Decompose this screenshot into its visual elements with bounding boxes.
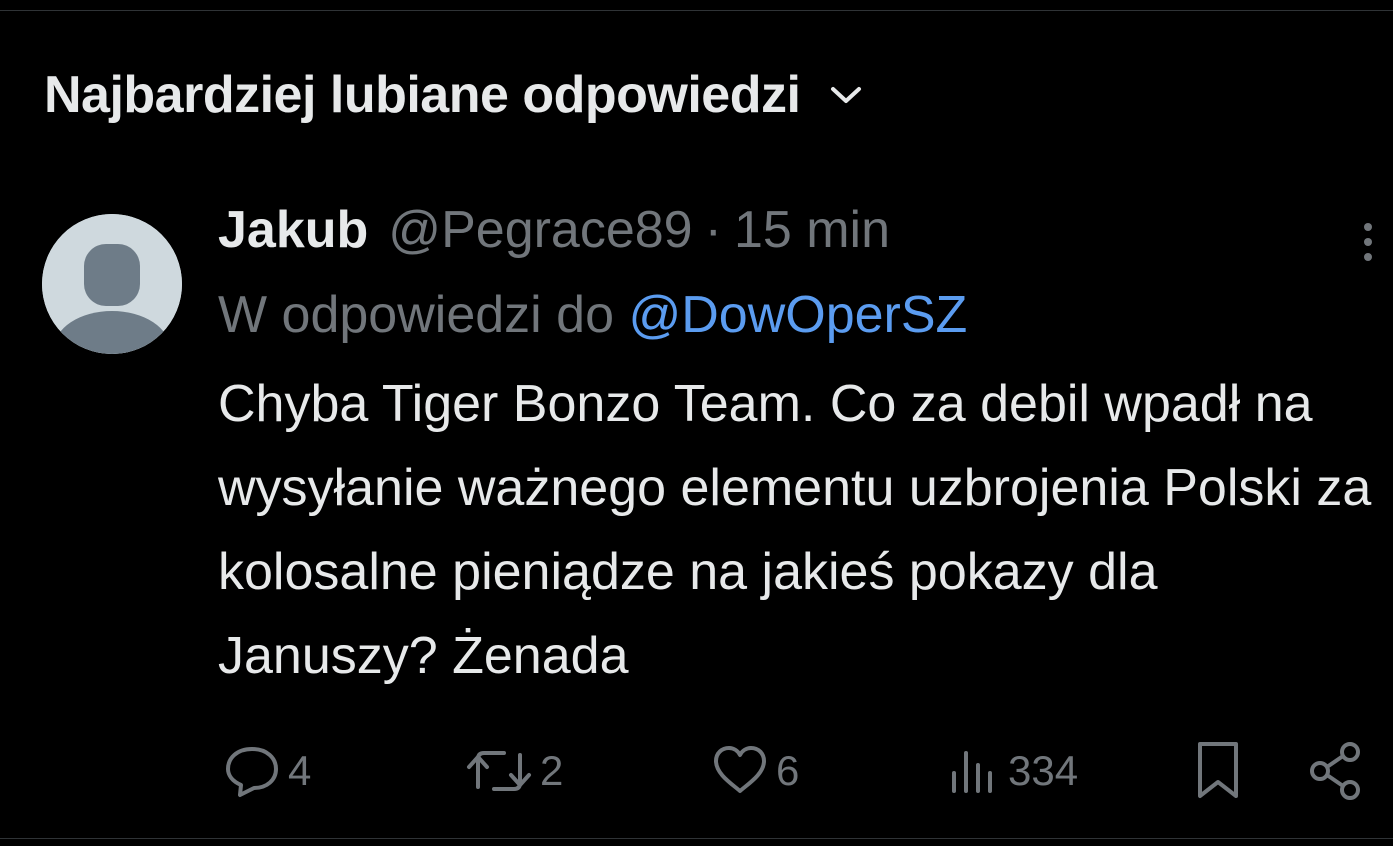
views-button[interactable]: 334 bbox=[946, 738, 1078, 804]
reply-count: 4 bbox=[288, 747, 312, 794]
tweet-actions: 4 2 6 334 bbox=[0, 738, 1393, 804]
views-count: 334 bbox=[1008, 747, 1079, 794]
reply-sort-dropdown[interactable]: Najbardziej lubiane odpowiedzi bbox=[44, 60, 866, 130]
bookmark-icon bbox=[1192, 740, 1244, 802]
reply-prefix: W odpowiedzi do bbox=[218, 286, 614, 344]
more-options-button[interactable] bbox=[1346, 214, 1390, 270]
reply-button[interactable]: 4 bbox=[222, 738, 311, 804]
share-icon bbox=[1304, 740, 1366, 802]
tweet-text: Chyba Tiger Bonzo Team. Co za debil wpad… bbox=[218, 375, 1372, 685]
more-vertical-icon bbox=[1364, 223, 1372, 261]
chevron-down-icon bbox=[826, 75, 866, 115]
repost-count: 2 bbox=[540, 747, 564, 794]
heart-icon bbox=[710, 743, 770, 799]
bottom-divider bbox=[0, 838, 1393, 839]
reply-to-mention[interactable]: @DowOperSZ bbox=[628, 286, 967, 344]
bar-chart-icon bbox=[946, 743, 1002, 799]
bookmark-button[interactable] bbox=[1192, 738, 1244, 804]
author-name[interactable]: Jakub bbox=[218, 200, 368, 260]
author-handle[interactable]: @Pegrace89 bbox=[388, 200, 692, 260]
reply-icon bbox=[222, 743, 282, 799]
tweet-header: Jakub @Pegrace89 · 15 min bbox=[218, 200, 1358, 276]
tweet: Jakub @Pegrace89 · 15 min W odpowiedzi d… bbox=[218, 200, 1371, 698]
post-timestamp[interactable]: 15 min bbox=[734, 200, 890, 260]
share-button[interactable] bbox=[1304, 738, 1366, 804]
separator-dot: · bbox=[704, 201, 722, 259]
like-count: 6 bbox=[776, 747, 800, 794]
like-button[interactable]: 6 bbox=[710, 738, 799, 804]
avatar[interactable] bbox=[42, 214, 182, 354]
repost-icon bbox=[464, 743, 534, 799]
top-divider bbox=[0, 10, 1393, 11]
default-avatar-icon bbox=[42, 214, 182, 354]
reply-sort-label: Najbardziej lubiane odpowiedzi bbox=[44, 66, 801, 124]
repost-button[interactable]: 2 bbox=[464, 738, 563, 804]
reply-context: W odpowiedzi do @DowOperSZ bbox=[218, 276, 1358, 354]
